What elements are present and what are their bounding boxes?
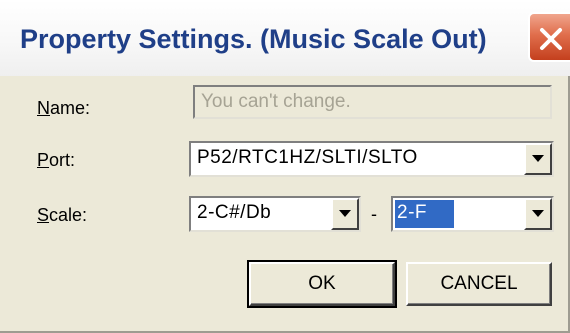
scale-to-select[interactable]: 2-F — [391, 196, 554, 232]
scale-from-dropdown-button[interactable] — [331, 198, 359, 230]
port-value: P52/RTC1HZ/SLTI/SLTO — [197, 147, 418, 168]
scale-from-value: 2-C#/Db — [197, 202, 272, 223]
port-label: Port: — [37, 150, 76, 170]
port-select[interactable]: P52/RTC1HZ/SLTI/SLTO — [189, 141, 554, 177]
chevron-down-icon — [339, 210, 351, 217]
ok-button[interactable]: OK — [247, 260, 397, 308]
dialog-title: Property Settings. (Music Scale Out) — [20, 24, 487, 54]
port-dropdown-button[interactable] — [524, 143, 552, 175]
scale-from-select[interactable]: 2-C#/Db — [189, 196, 361, 232]
cancel-button[interactable]: CANCEL — [406, 262, 552, 306]
close-icon — [540, 28, 562, 50]
scale-to-value: 2-F — [397, 202, 427, 223]
property-settings-dialog: Property Settings. (Music Scale Out) Nam… — [0, 0, 570, 333]
name-placeholder: You can't change. — [201, 91, 351, 112]
close-button[interactable] — [528, 12, 570, 62]
chevron-down-icon — [532, 210, 544, 217]
scale-separator: - — [371, 204, 377, 224]
name-label: Name: — [37, 98, 91, 118]
scale-label: Scale: — [37, 205, 88, 225]
chevron-down-icon — [532, 155, 544, 162]
title-bar: Property Settings. (Music Scale Out) — [0, 0, 570, 76]
name-field: You can't change. — [193, 85, 552, 119]
scale-to-dropdown-button[interactable] — [524, 198, 552, 230]
